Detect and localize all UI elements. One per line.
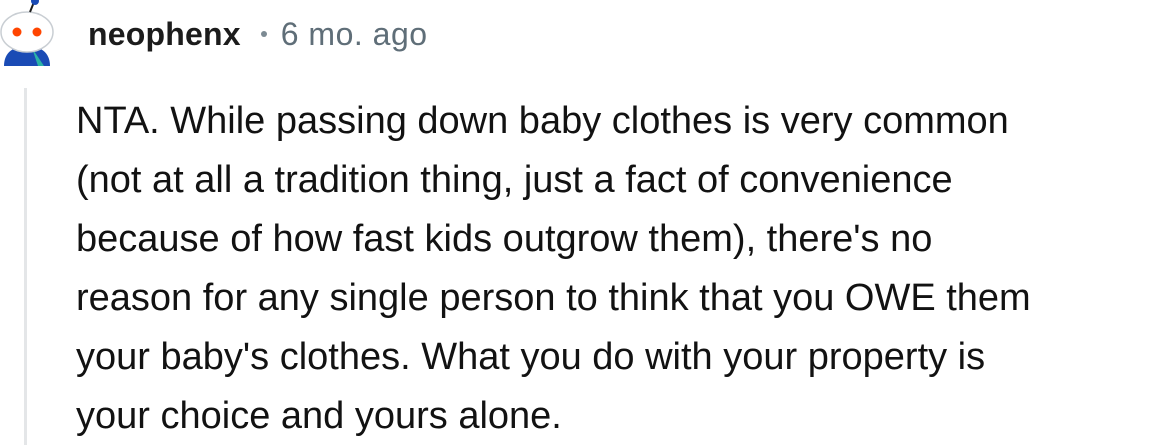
username-link[interactable]: neophenx (88, 16, 241, 53)
timestamp[interactable]: 6 mo. ago (281, 16, 428, 53)
comment-body: NTA. While passing down baby clothes is … (76, 100, 1031, 437)
avatar[interactable] (0, 0, 60, 66)
avatar-eye-right (32, 27, 42, 37)
comment-header: neophenx 6 mo. ago (88, 14, 428, 54)
comment: neophenx 6 mo. ago NTA. While passing do… (0, 0, 1173, 445)
avatar-eye-left (12, 27, 22, 37)
avatar-head (0, 11, 54, 53)
thread-line[interactable] (24, 88, 27, 445)
separator-dot (260, 31, 267, 37)
